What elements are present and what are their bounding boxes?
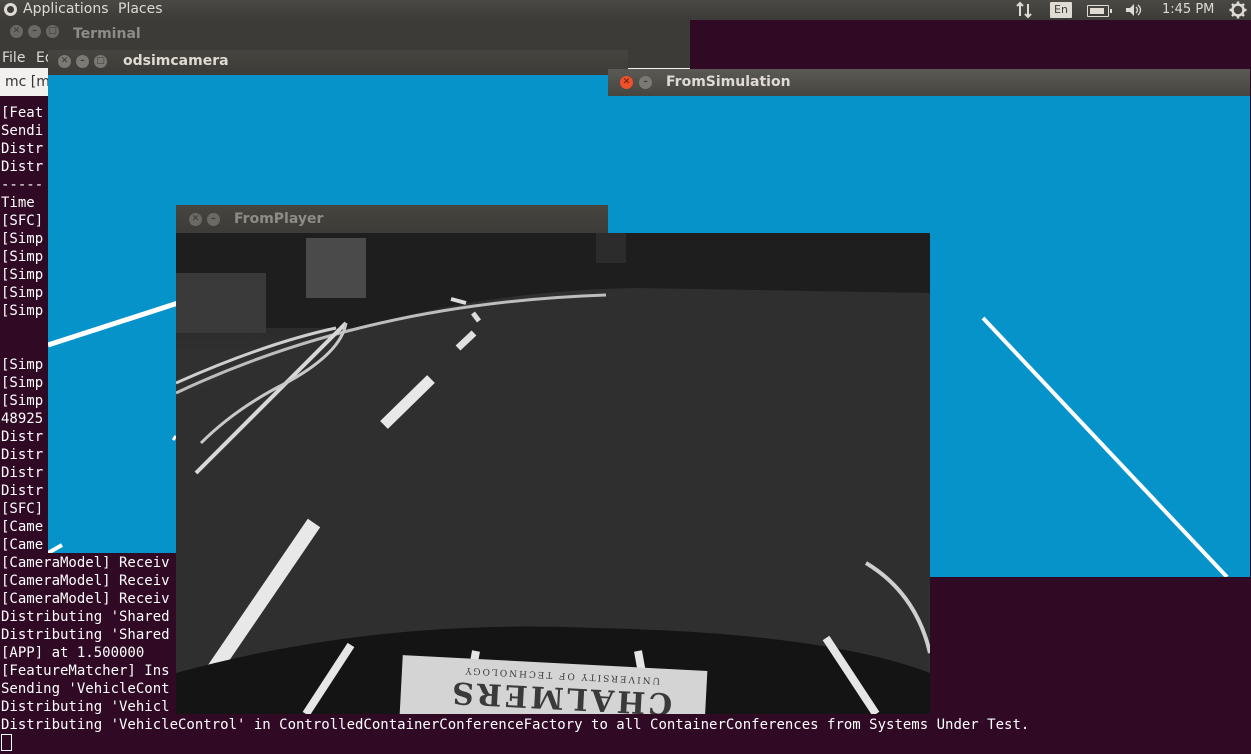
close-icon[interactable]: ✕ [620,76,633,89]
fromplayer-window: ✕ – FromPlayer CHALMERS UNIVERSITY OF TE… [176,205,930,714]
fromplayer-titlebar[interactable]: ✕ – FromPlayer [176,205,608,233]
fromsimulation-title: FromSimulation [666,74,791,90]
ubuntu-logo-icon[interactable] [4,3,17,16]
minimize-icon[interactable]: – [76,55,89,68]
maximize-icon[interactable]: □ [94,55,107,68]
terminal-line: Distributing 'VehicleControl' in Control… [1,717,1030,733]
top-panel: Applications Places En 1:45 PM [0,0,1251,20]
minimize-icon[interactable]: – [639,76,652,89]
menu-file[interactable]: File [2,48,25,68]
network-arrows-icon[interactable] [1015,1,1035,19]
close-icon[interactable]: ✕ [58,55,71,68]
volume-icon[interactable] [1124,2,1144,18]
places-menu[interactable]: Places [118,0,163,19]
odsimcamera-title: odsimcamera [123,53,229,69]
applications-menu[interactable]: Applications [23,0,109,19]
close-icon[interactable]: ✕ [189,213,202,226]
terminal-titlebar[interactable]: ✕ – □ Terminal [0,20,690,48]
battery-icon[interactable] [1087,5,1112,17]
odsimcamera-titlebar[interactable]: ✕ – □ odsimcamera [48,50,628,75]
minimize-icon[interactable]: – [28,25,41,38]
fromplayer-camera-view[interactable]: CHALMERS UNIVERSITY OF TECHNOLOGY [176,233,930,714]
fromsimulation-titlebar[interactable]: ✕ – FromSimulation [608,69,1250,96]
keyboard-layout-indicator[interactable]: En [1050,2,1072,18]
close-icon[interactable]: ✕ [10,25,23,38]
fromplayer-camera-frame [176,233,930,714]
system-gear-icon[interactable] [1229,1,1247,19]
fromplayer-title: FromPlayer [234,211,324,227]
clock[interactable]: 1:45 PM [1162,0,1214,19]
terminal-cursor [1,734,1029,753]
minimize-icon[interactable]: – [207,213,220,226]
terminal-title: Terminal [73,26,141,42]
maximize-icon[interactable]: □ [46,25,59,38]
terminal-tab-label: mc [m [5,74,50,90]
